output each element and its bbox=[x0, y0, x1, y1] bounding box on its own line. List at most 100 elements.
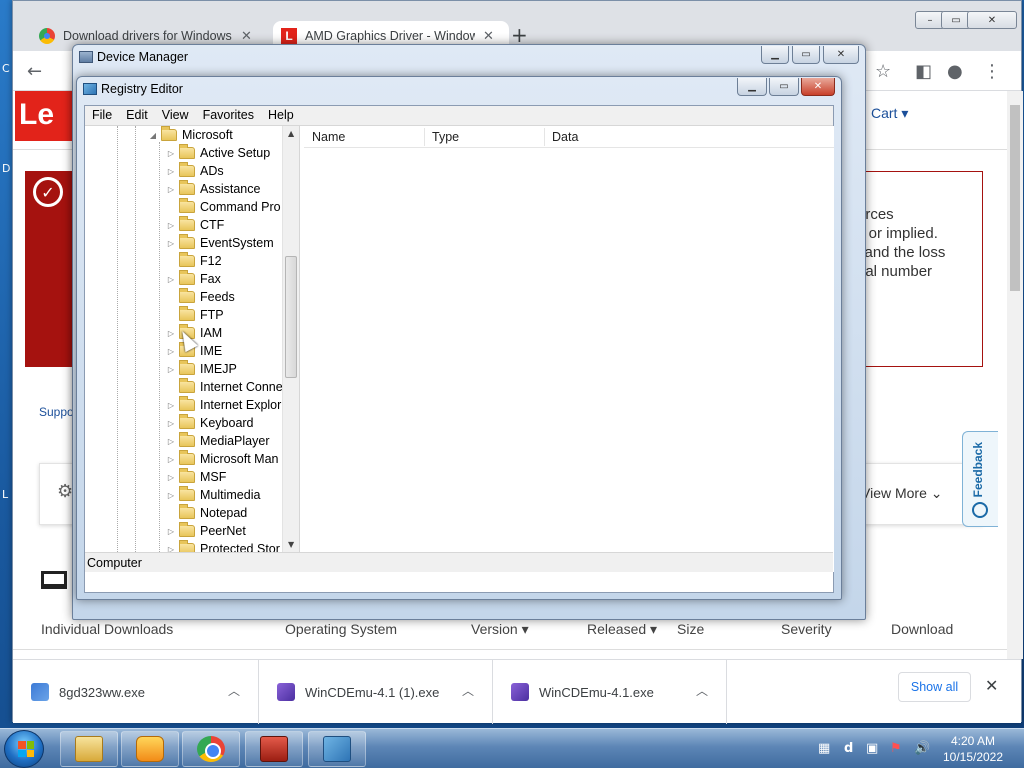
action-center-flag-icon[interactable]: ⚑ bbox=[890, 741, 902, 756]
column-data[interactable]: Data bbox=[552, 130, 578, 144]
tree-node[interactable]: F12 bbox=[165, 252, 222, 270]
download-item[interactable]: WinCDEmu-4.1 (1).exe ︿ bbox=[259, 660, 493, 724]
tree-node[interactable]: Command Pro bbox=[165, 198, 281, 216]
expand-arrow-icon[interactable]: ▷ bbox=[165, 491, 177, 500]
expand-arrow-icon[interactable]: ▷ bbox=[165, 527, 177, 536]
chevron-up-icon[interactable]: ︿ bbox=[228, 682, 240, 699]
page-scrollbar[interactable] bbox=[1007, 91, 1023, 659]
view-more-link[interactable]: View More ⌄ bbox=[861, 485, 943, 502]
tree-node-label: FTP bbox=[200, 308, 224, 322]
tree-node[interactable]: ▷ ADs bbox=[165, 162, 224, 180]
cart-link[interactable]: Cart ▾ bbox=[871, 105, 908, 122]
tree-node[interactable]: ▷ CTF bbox=[165, 216, 224, 234]
tree-node[interactable]: ▷ IMEJP bbox=[165, 360, 237, 378]
tree-node[interactable]: FTP bbox=[165, 306, 224, 324]
chrome-menu-icon[interactable]: ⋮ bbox=[983, 61, 1001, 82]
tab-close-icon[interactable]: ✕ bbox=[483, 28, 494, 44]
menu-help[interactable]: Help bbox=[261, 106, 301, 125]
tree-vertical-scrollbar[interactable]: ▲ ▼ bbox=[282, 126, 299, 554]
tree-node[interactable]: ▷ Multimedia bbox=[165, 486, 260, 504]
devmgr-minimize-button[interactable]: ▁ bbox=[761, 46, 789, 64]
support-link[interactable]: Suppo bbox=[39, 405, 74, 419]
tree-node-label: IMEJP bbox=[200, 362, 237, 376]
tree-node[interactable]: ▷ Assistance bbox=[165, 180, 260, 198]
bookmark-star-icon[interactable]: ☆ bbox=[875, 61, 891, 82]
tree-node-label: Multimedia bbox=[200, 488, 261, 502]
col-version[interactable]: Version ▾ bbox=[471, 621, 529, 638]
tree-node[interactable]: Notepad bbox=[165, 504, 247, 522]
column-name[interactable]: Name bbox=[312, 130, 345, 144]
system-clock[interactable]: 4:20 AM 10/15/2022 bbox=[934, 733, 1012, 765]
volume-icon[interactable]: 🔊 bbox=[914, 741, 930, 756]
devmgr-close-button[interactable]: ✕ bbox=[823, 46, 859, 64]
download-item[interactable]: WinCDEmu-4.1.exe ︿ bbox=[493, 660, 727, 724]
column-separator[interactable] bbox=[424, 128, 425, 146]
scroll-down-arrow-icon[interactable]: ▼ bbox=[288, 540, 294, 549]
folder-open-icon bbox=[161, 126, 177, 141]
expand-arrow-icon[interactable]: ▷ bbox=[165, 437, 177, 446]
tree-node[interactable]: ▷ PeerNet bbox=[165, 522, 246, 540]
back-arrow-icon[interactable]: ← bbox=[27, 61, 42, 82]
scroll-up-arrow-icon[interactable]: ▲ bbox=[288, 129, 294, 138]
start-button[interactable] bbox=[4, 730, 44, 768]
taskbar-toolbox[interactable] bbox=[245, 731, 303, 767]
chevron-up-icon[interactable]: ︿ bbox=[696, 682, 708, 699]
expand-arrow-icon[interactable]: ▷ bbox=[165, 185, 177, 194]
tree-node[interactable]: ▷ MediaPlayer bbox=[165, 432, 269, 450]
devices-tray-icon[interactable]: ▣ bbox=[866, 741, 878, 756]
tree-node[interactable]: ▷ MSF bbox=[165, 468, 226, 486]
expand-arrow-icon[interactable]: ▷ bbox=[165, 167, 177, 176]
toolbox-icon bbox=[260, 736, 288, 762]
tree-node[interactable]: ▷ Active Setup bbox=[165, 144, 270, 162]
expand-arrow-icon[interactable]: ▷ bbox=[165, 473, 177, 482]
col-released[interactable]: Released ▾ bbox=[587, 621, 657, 638]
taskbar-media-player[interactable] bbox=[121, 731, 179, 767]
d-tray-icon[interactable]: d bbox=[844, 741, 853, 756]
column-separator[interactable] bbox=[544, 128, 545, 146]
expand-arrow-icon[interactable]: ▷ bbox=[165, 239, 177, 248]
menu-edit[interactable]: Edit bbox=[119, 106, 155, 125]
taskbar-regedit[interactable] bbox=[308, 731, 366, 767]
side-panel-icon[interactable]: ◧ bbox=[915, 61, 932, 82]
show-all-button[interactable]: Show all bbox=[898, 672, 971, 702]
tree-node[interactable]: ▷ Microsoft Man bbox=[165, 450, 279, 468]
menu-file[interactable]: File bbox=[85, 106, 119, 125]
collapse-arrow-icon[interactable]: ◢ bbox=[147, 131, 159, 140]
regedit-maximize-button[interactable]: ▭ bbox=[769, 78, 799, 96]
tab-close-icon[interactable]: ✕ bbox=[241, 28, 252, 44]
close-icon[interactable]: ✕ bbox=[985, 676, 998, 695]
tree-node[interactable]: Internet Conne bbox=[165, 378, 283, 396]
expand-arrow-icon[interactable]: ▷ bbox=[165, 275, 177, 284]
expand-arrow-icon[interactable]: ▷ bbox=[165, 419, 177, 428]
regedit-close-button[interactable]: ✕ bbox=[801, 78, 835, 96]
network-tray-icon[interactable]: ▦ bbox=[818, 741, 830, 756]
devmgr-maximize-button[interactable]: ▭ bbox=[792, 46, 820, 64]
tree-node-microsoft[interactable]: ◢ Microsoft bbox=[147, 126, 233, 144]
chrome-close-button[interactable]: ✕ bbox=[967, 11, 1017, 29]
page-scrollbar-thumb[interactable] bbox=[1010, 105, 1020, 291]
feedback-tab[interactable]: Feedback bbox=[962, 431, 998, 527]
column-type[interactable]: Type bbox=[432, 130, 459, 144]
tree-node[interactable]: ▷ Internet Explor bbox=[165, 396, 281, 414]
expand-arrow-icon[interactable]: ▷ bbox=[165, 347, 177, 356]
tree-node[interactable]: ▷ EventSystem bbox=[165, 234, 274, 252]
chevron-up-icon[interactable]: ︿ bbox=[462, 682, 474, 699]
tree-node[interactable]: ▷ Fax bbox=[165, 270, 221, 288]
menu-view[interactable]: View bbox=[155, 106, 196, 125]
expand-arrow-icon[interactable]: ▷ bbox=[165, 221, 177, 230]
tree-node[interactable]: Feeds bbox=[165, 288, 235, 306]
taskbar-chrome[interactable] bbox=[182, 731, 240, 767]
expand-arrow-icon[interactable]: ▷ bbox=[165, 329, 177, 338]
taskbar-explorer[interactable] bbox=[60, 731, 118, 767]
menu-favorites[interactable]: Favorites bbox=[196, 106, 261, 125]
download-item[interactable]: 8gd323ww.exe ︿ bbox=[13, 660, 259, 724]
expand-arrow-icon[interactable]: ▷ bbox=[165, 455, 177, 464]
tree-vscroll-thumb[interactable] bbox=[285, 256, 297, 378]
expand-arrow-icon[interactable]: ▷ bbox=[165, 149, 177, 158]
expand-arrow-icon[interactable]: ▷ bbox=[165, 365, 177, 374]
tree-node-label: Active Setup bbox=[200, 146, 271, 160]
regedit-minimize-button[interactable]: ▁ bbox=[737, 78, 767, 96]
tree-node[interactable]: ▷ Keyboard bbox=[165, 414, 254, 432]
profile-avatar-icon[interactable]: ● bbox=[947, 61, 963, 82]
expand-arrow-icon[interactable]: ▷ bbox=[165, 401, 177, 410]
